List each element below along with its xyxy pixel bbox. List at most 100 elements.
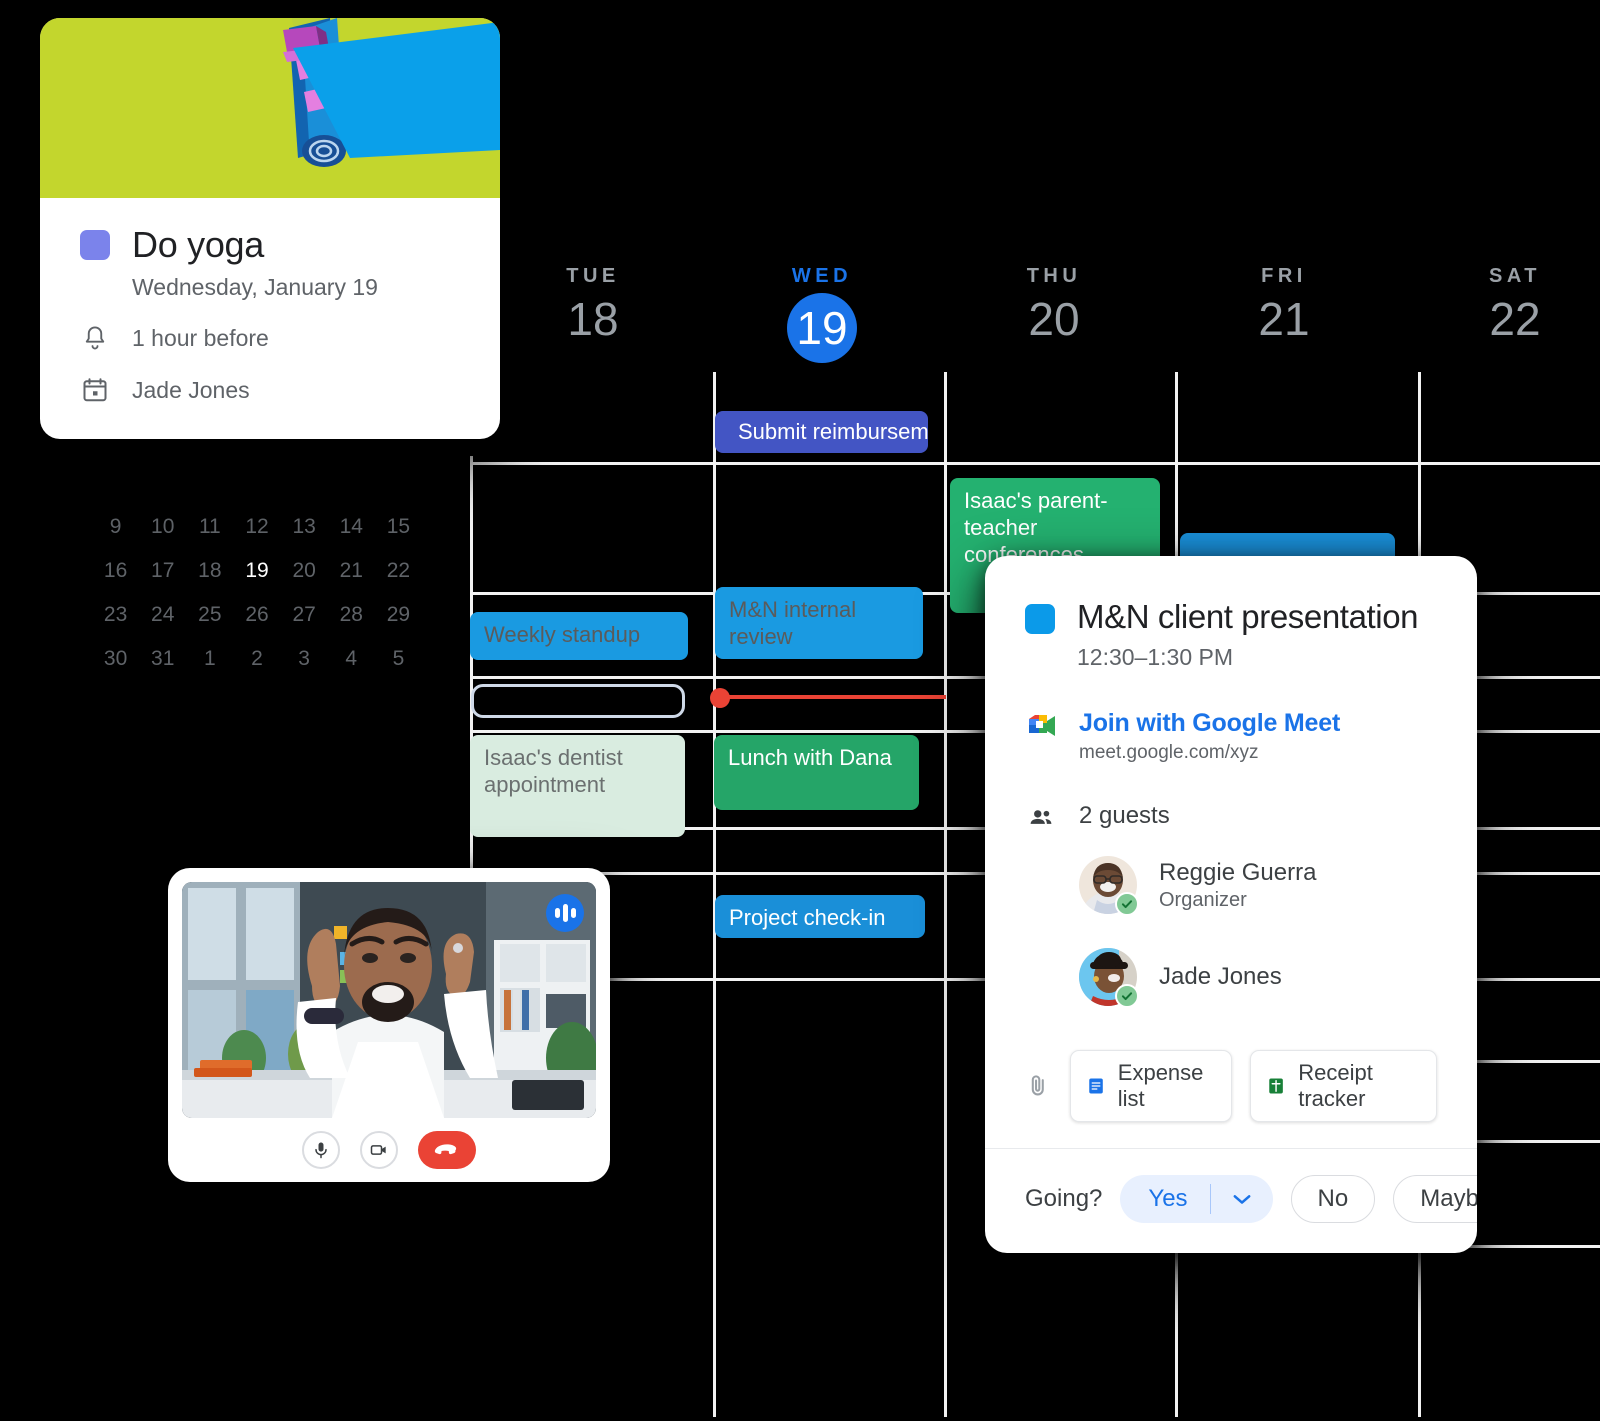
meet-url: meet.google.com/xyz [1079,742,1259,763]
event-chip-mn-internal-review[interactable]: M&N internal review [715,587,923,659]
mini-day[interactable]: 25 [186,603,233,627]
day-header-tue[interactable]: TUE 18 [533,265,653,342]
event-details-body: M&N client presentation 12:30–1:30 PM Jo… [985,556,1477,1148]
mini-day[interactable]: 26 [233,603,280,627]
chevron-down-icon[interactable] [1211,1175,1273,1223]
rsvp-yes-label: Yes [1148,1185,1188,1212]
guest-name: Reggie Guerra [1159,858,1317,886]
rsvp-maybe-button[interactable]: Maybe [1393,1175,1477,1223]
mini-day[interactable]: 4 [328,647,375,671]
rsvp-footer: Going? Yes No Maybe [985,1148,1477,1253]
mini-day[interactable]: 9 [92,515,139,539]
microphone-icon[interactable] [302,1131,340,1169]
mini-day[interactable]: 12 [233,515,280,539]
rsvp-maybe-label: Maybe [1420,1185,1477,1212]
day-dow-label: TUE [566,265,620,287]
event-chip-label: Project check-in [729,905,886,930]
mini-month-row: 16 17 18 19 20 21 22 [92,549,422,593]
mini-day[interactable]: 1 [186,647,233,671]
event-chip-submit-reimbursement[interactable]: Submit reimbursement [715,411,928,453]
active-speaker-icon [546,894,584,932]
day-header-fri[interactable]: FRI 21 [1224,265,1344,342]
mini-day-selected[interactable]: 19 [233,559,280,583]
guests-section: 2 guests Reggie Guerra Organizer Jade Jo… [1025,802,1437,1008]
attachments-section: Expense list Receipt tracker [1025,1050,1437,1122]
yoga-card-body: Do yoga Wednesday, January 19 1 hour bef… [40,198,500,439]
mini-day[interactable]: 20 [281,559,328,583]
mini-day[interactable]: 29 [375,603,422,627]
guest-row: Jade Jones [1079,948,1437,1008]
event-chip-project-check-in[interactable]: Project check-in [715,895,925,938]
mini-day[interactable]: 21 [328,559,375,583]
mini-day[interactable]: 28 [328,603,375,627]
join-with-google-meet-link[interactable]: Join with Google Meet [1079,709,1340,738]
current-time-line [718,695,946,699]
mini-day[interactable]: 3 [281,647,328,671]
day-header-sat[interactable]: SAT 22 [1455,265,1575,342]
yoga-calendar-row: Jade Jones [80,375,460,405]
calendar-icon [83,378,107,402]
yoga-illustration [40,18,500,198]
avatar [1079,856,1139,916]
event-details-popup[interactable]: M&N client presentation 12:30–1:30 PM Jo… [985,556,1477,1253]
event-chip-weekly-standup[interactable]: Weekly standup [470,612,688,660]
google-meet-icon [1025,709,1057,764]
bell-icon [85,326,105,350]
calendar-app-screenshot: TUE 18 WED 19 THU 20 FRI 21 SAT 22 9 10 … [0,0,1600,1421]
google-docs-icon [1088,1078,1103,1094]
attachment-label: Receipt tracker [1298,1060,1373,1111]
mini-day[interactable]: 17 [139,559,186,583]
google-meet-window[interactable] [168,868,610,1182]
mini-day[interactable]: 15 [375,515,422,539]
guest-row: Reggie Guerra Organizer [1079,856,1437,916]
grid-vline-wed-thu [944,372,947,1417]
mini-day[interactable]: 2 [233,647,280,671]
do-yoga-event-card[interactable]: Do yoga Wednesday, January 19 1 hour bef… [40,18,500,439]
rsvp-no-button[interactable]: No [1290,1175,1376,1223]
mini-day[interactable]: 22 [375,559,422,583]
day-dow-label: SAT [1488,265,1541,287]
mini-day[interactable]: 14 [328,515,375,539]
attachment-chip-expense-list[interactable]: Expense list [1069,1050,1233,1122]
event-chip-label: M&N internal review [729,597,857,649]
mini-month-calendar[interactable]: 9 10 11 12 13 14 15 16 17 18 19 20 21 22… [92,505,422,681]
mini-day[interactable]: 5 [375,647,422,671]
day-header-wed[interactable]: WED 19 [762,265,882,363]
day-number: 22 [1489,293,1541,345]
attachment-chip-receipt-tracker[interactable]: Receipt tracker [1250,1050,1437,1122]
mini-day[interactable]: 18 [186,559,233,583]
day-header-thu[interactable]: THU 20 [994,265,1114,342]
mini-day[interactable]: 23 [92,603,139,627]
mini-month-row: 9 10 11 12 13 14 15 [92,505,422,549]
camera-icon[interactable] [360,1131,398,1169]
event-chip-label: Weekly standup [484,622,641,647]
rsvp-prompt: Going? [1025,1185,1103,1212]
mini-month-row: 30 31 1 2 3 4 5 [92,637,422,681]
mini-day[interactable]: 16 [92,559,139,583]
meet-control-bar [182,1118,596,1182]
mini-day[interactable]: 31 [139,647,186,671]
mini-day[interactable]: 30 [92,647,139,671]
event-title: M&N client presentation [1077,598,1419,635]
avatar [1079,948,1139,1008]
rsvp-accepted-icon [1115,892,1139,916]
guests-count: 2 guests [1079,802,1170,829]
meet-video-feed [182,882,596,1118]
day-number: 18 [567,293,619,345]
event-chip-empty-outline[interactable] [471,684,685,718]
calendar-color-swatch [1025,604,1055,634]
mini-day[interactable]: 24 [139,603,186,627]
event-chip-label: Submit reimbursement [738,418,928,444]
event-chip-lunch-with-dana[interactable]: Lunch with Dana [714,735,919,810]
rsvp-yes-button[interactable]: Yes [1120,1175,1273,1223]
hangup-icon[interactable] [418,1131,476,1169]
mini-day[interactable]: 27 [281,603,328,627]
day-number: 20 [1028,293,1080,345]
rsvp-accepted-icon [1115,984,1139,1008]
mini-day[interactable]: 13 [281,515,328,539]
event-title-row: M&N client presentation [1025,598,1437,636]
event-chip-isaacs-dentist[interactable]: Isaac's dentist appointment [470,735,685,837]
mini-day[interactable]: 11 [186,515,233,539]
rsvp-no-label: No [1317,1185,1349,1212]
mini-day[interactable]: 10 [139,515,186,539]
